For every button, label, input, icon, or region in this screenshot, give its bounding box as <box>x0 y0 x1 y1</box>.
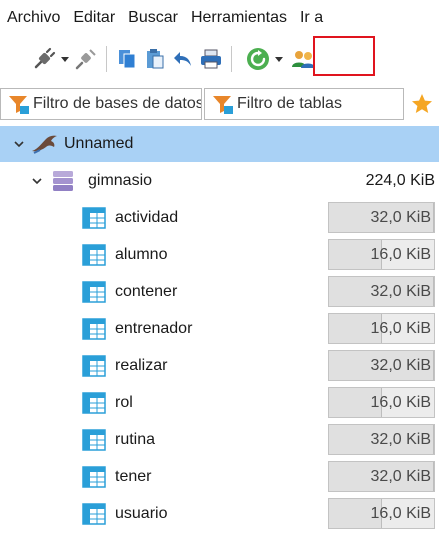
paste-icon <box>147 49 164 69</box>
star-icon <box>412 94 432 113</box>
menu-herramientas[interactable]: Herramientas <box>191 9 287 27</box>
undo-icon <box>174 52 191 66</box>
table-size-bar: 16,0 KiB <box>328 313 435 344</box>
plug-disconnect-icon <box>75 49 96 70</box>
table-row[interactable]: tener 32,0 KiB <box>0 458 439 495</box>
table-icon <box>82 280 106 303</box>
table-name: alumno <box>115 245 168 263</box>
disconnect-button[interactable] <box>72 44 100 74</box>
table-size-bar: 16,0 KiB <box>328 239 435 270</box>
filter-bar: Filtro de bases de datos Filtro de tabla… <box>0 86 439 122</box>
table-name: rutina <box>115 430 156 448</box>
copy-button[interactable] <box>113 44 141 74</box>
chevron-down-icon[interactable] <box>28 172 46 190</box>
printer-icon <box>201 49 221 69</box>
table-name: actividad <box>115 208 179 226</box>
database-icon <box>53 170 73 191</box>
table-icon <box>82 465 106 488</box>
table-name: usuario <box>115 504 168 522</box>
paste-button[interactable] <box>141 44 169 74</box>
database-filter-placeholder: Filtro de bases de datos <box>33 95 202 112</box>
table-row[interactable]: actividad 32,0 KiB <box>0 199 439 236</box>
refresh-dropdown-button[interactable] <box>272 44 286 74</box>
table-row[interactable]: rol 16,0 KiB <box>0 384 439 421</box>
table-row[interactable]: alumno 16,0 KiB <box>0 236 439 273</box>
table-row[interactable]: entrenador 16,0 KiB <box>0 310 439 347</box>
table-size: 32,0 KiB <box>370 208 431 226</box>
database-label: gimnasio <box>88 171 153 189</box>
table-name: realizar <box>115 356 168 374</box>
toolbar-separator <box>231 46 232 72</box>
table-size: 32,0 KiB <box>370 467 431 485</box>
table-name: rol <box>115 393 133 411</box>
menu-bar: Archivo Editar Buscar Herramientas Ir a <box>0 0 439 36</box>
table-name: entrenador <box>115 319 193 337</box>
table-icon <box>82 391 106 414</box>
connect-button[interactable] <box>30 44 58 74</box>
caret-down-icon <box>61 57 69 62</box>
menu-buscar[interactable]: Buscar <box>128 9 178 27</box>
database-tree: Unnamed gimnasio 224,0 KiB actividad 32,… <box>0 126 439 532</box>
table-size: 16,0 KiB <box>370 245 431 263</box>
table-row[interactable]: rutina 32,0 KiB <box>0 421 439 458</box>
table-size-bar: 16,0 KiB <box>328 387 435 418</box>
table-row[interactable]: realizar 32,0 KiB <box>0 347 439 384</box>
connect-dropdown-button[interactable] <box>58 44 72 74</box>
users-button[interactable] <box>290 44 318 74</box>
session-row[interactable]: Unnamed <box>0 126 439 162</box>
menu-archivo[interactable]: Archivo <box>7 9 60 27</box>
table-icon <box>82 502 106 525</box>
favorites-button[interactable] <box>407 88 437 120</box>
table-size: 16,0 KiB <box>370 319 431 337</box>
table-size: 32,0 KiB <box>370 430 431 448</box>
toolbar-separator <box>106 46 107 72</box>
table-size-bar: 32,0 KiB <box>328 276 435 307</box>
dolphin-icon <box>32 135 57 154</box>
session-label: Unnamed <box>64 135 134 152</box>
filter-icon <box>213 96 233 114</box>
table-row[interactable]: contener 32,0 KiB <box>0 273 439 310</box>
undo-button[interactable] <box>169 44 197 74</box>
table-icon <box>82 243 106 266</box>
table-size: 32,0 KiB <box>370 356 431 374</box>
table-name: contener <box>115 282 178 300</box>
table-size: 16,0 KiB <box>370 393 431 411</box>
toolbar <box>0 36 439 82</box>
print-button[interactable] <box>197 44 225 74</box>
caret-down-icon <box>275 57 283 62</box>
menu-ir-a[interactable]: Ir a <box>300 9 323 27</box>
table-icon <box>82 354 106 377</box>
table-size-bar: 32,0 KiB <box>328 461 435 492</box>
database-filter-input[interactable]: Filtro de bases de datos <box>0 88 202 120</box>
table-size: 32,0 KiB <box>370 282 431 300</box>
table-row[interactable]: usuario 16,0 KiB <box>0 495 439 532</box>
users-icon <box>292 51 315 68</box>
database-row[interactable]: gimnasio 224,0 KiB <box>0 162 439 199</box>
table-filter-placeholder: Filtro de tablas <box>237 95 342 112</box>
table-size-bar: 32,0 KiB <box>328 350 435 381</box>
filter-icon <box>9 96 29 114</box>
refresh-icon <box>247 48 269 70</box>
table-icon <box>82 317 106 340</box>
table-size-bar: 32,0 KiB <box>328 202 435 233</box>
table-filter-input[interactable]: Filtro de tablas <box>204 88 404 120</box>
table-name: tener <box>115 467 152 485</box>
copy-icon <box>119 50 136 69</box>
refresh-button[interactable] <box>244 44 272 74</box>
chevron-down-icon[interactable] <box>10 135 28 153</box>
menu-editar[interactable]: Editar <box>73 9 115 27</box>
table-icon <box>82 428 106 451</box>
database-size: 224,0 KiB <box>365 171 435 189</box>
plug-connect-icon <box>34 47 56 69</box>
table-size: 16,0 KiB <box>370 504 431 522</box>
table-size-bar: 32,0 KiB <box>328 424 435 455</box>
table-size-bar: 16,0 KiB <box>328 498 435 529</box>
table-icon <box>82 206 106 229</box>
